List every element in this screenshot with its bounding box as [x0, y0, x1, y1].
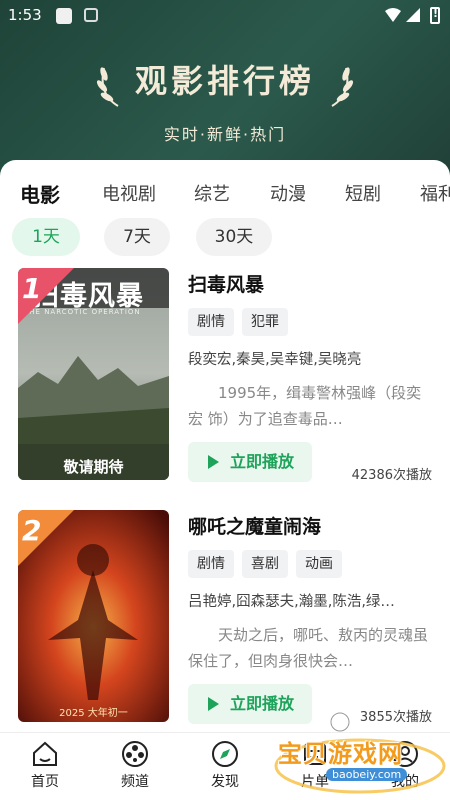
nav-channel-label: 频道: [121, 774, 149, 790]
poster-caption: 2025 大年初一: [59, 708, 128, 719]
notification-icon: [56, 8, 72, 24]
movie-description: 1995年，缉毒警林强峰（段奕宏 饰）为了追查毒品…: [188, 384, 422, 428]
page-subtitle: 实时·新鲜·热门: [163, 125, 287, 144]
nav-channel[interactable]: 频道: [90, 733, 180, 800]
tab-movie[interactable]: 电影: [20, 179, 60, 208]
header-title-group: 观影排行榜: [0, 56, 450, 107]
tab-short-drama[interactable]: 短剧: [345, 180, 381, 206]
play-now-button[interactable]: 立即播放: [188, 442, 312, 482]
notification-app-icon: [84, 8, 98, 22]
home-icon: [33, 741, 57, 766]
genre-tags: 剧情 犯罪: [188, 308, 296, 336]
genre-tag: 剧情: [188, 308, 234, 336]
movie-poster[interactable]: 2025 大年初一 2: [18, 510, 169, 722]
range-7-day-button[interactable]: 7天: [104, 218, 170, 256]
nav-discover[interactable]: 发现: [180, 733, 270, 800]
site-watermark: 宝贝游戏网 baobeiy.com: [270, 708, 450, 800]
range-30-day-button[interactable]: 30天: [196, 218, 272, 256]
ranking-panel: 电影 电视剧 综艺 动漫 短剧 福利 1天 7天 30天 扫毒风暴 THE NA…: [0, 160, 450, 732]
watermark-text: 宝贝游戏网: [278, 740, 403, 768]
play-button-label: 立即播放: [230, 452, 295, 471]
movie-title[interactable]: 哪吒之魔童闹海: [188, 512, 321, 539]
genre-tag: 剧情: [188, 550, 234, 578]
category-tabs: 电影 电视剧 综艺 动漫 短剧 福利: [0, 180, 450, 212]
wifi-icon: [385, 8, 401, 22]
movie-cast: 段奕宏,秦昊,吴幸键,吴晓亮: [188, 352, 362, 368]
tab-variety[interactable]: 综艺: [194, 180, 230, 206]
laurel-right-icon: [331, 67, 354, 107]
genre-tag: 犯罪: [242, 308, 288, 336]
status-bar: 1:53: [0, 0, 450, 32]
genre-tag: 喜剧: [242, 550, 288, 578]
signal-icon: [406, 8, 420, 22]
rank-number: 1: [22, 272, 42, 305]
header-banner: 1:53 观影排行榜 实时·新鲜·热门: [0, 0, 450, 185]
status-time: 1:53: [8, 6, 42, 24]
film-reel-icon: [122, 741, 148, 767]
tab-tv-series[interactable]: 电视剧: [102, 180, 156, 206]
rank-number: 2: [22, 514, 42, 547]
compass-icon: [212, 741, 238, 767]
battery-icon: [430, 7, 440, 24]
movie-title[interactable]: 扫毒风暴: [188, 270, 264, 297]
genre-tags: 剧情 喜剧 动画: [188, 550, 350, 578]
genre-tag: 动画: [296, 550, 342, 578]
poster-caption: 敬请期待: [63, 458, 124, 476]
tab-anime[interactable]: 动漫: [270, 180, 306, 206]
watermark-url: baobeiy.com: [326, 768, 408, 781]
movie-list-item[interactable]: 扫毒风暴 THE NARCOTIC OPERATION 敬请期待 1 扫毒风暴 …: [18, 268, 450, 484]
page-title: 观影排行榜: [134, 62, 315, 100]
movie-poster[interactable]: 扫毒风暴 THE NARCOTIC OPERATION 敬请期待 1: [18, 268, 169, 480]
play-count: 42386次播放: [351, 468, 432, 483]
tab-welfare[interactable]: 福利: [420, 180, 450, 206]
nav-home[interactable]: 首页: [0, 733, 90, 800]
movie-list-item[interactable]: 2025 大年初一 2 哪吒之魔童闹海 剧情 喜剧 动画 吕艳婷,囧森瑟夫,瀚墨,陈…: [18, 510, 450, 726]
movie-description: 天劫之后，哪吒、敖丙的灵魂虽保住了，但肉身很快会…: [188, 626, 429, 670]
play-icon: [208, 697, 219, 711]
nav-home-label: 首页: [31, 774, 59, 790]
nav-discover-label: 发现: [211, 774, 239, 790]
laurel-left-icon: [96, 67, 119, 107]
movie-cast: 吕艳婷,囧森瑟夫,瀚墨,陈浩,绿…: [188, 594, 395, 610]
play-icon: [208, 455, 219, 469]
range-1-day-button[interactable]: 1天: [12, 218, 80, 256]
